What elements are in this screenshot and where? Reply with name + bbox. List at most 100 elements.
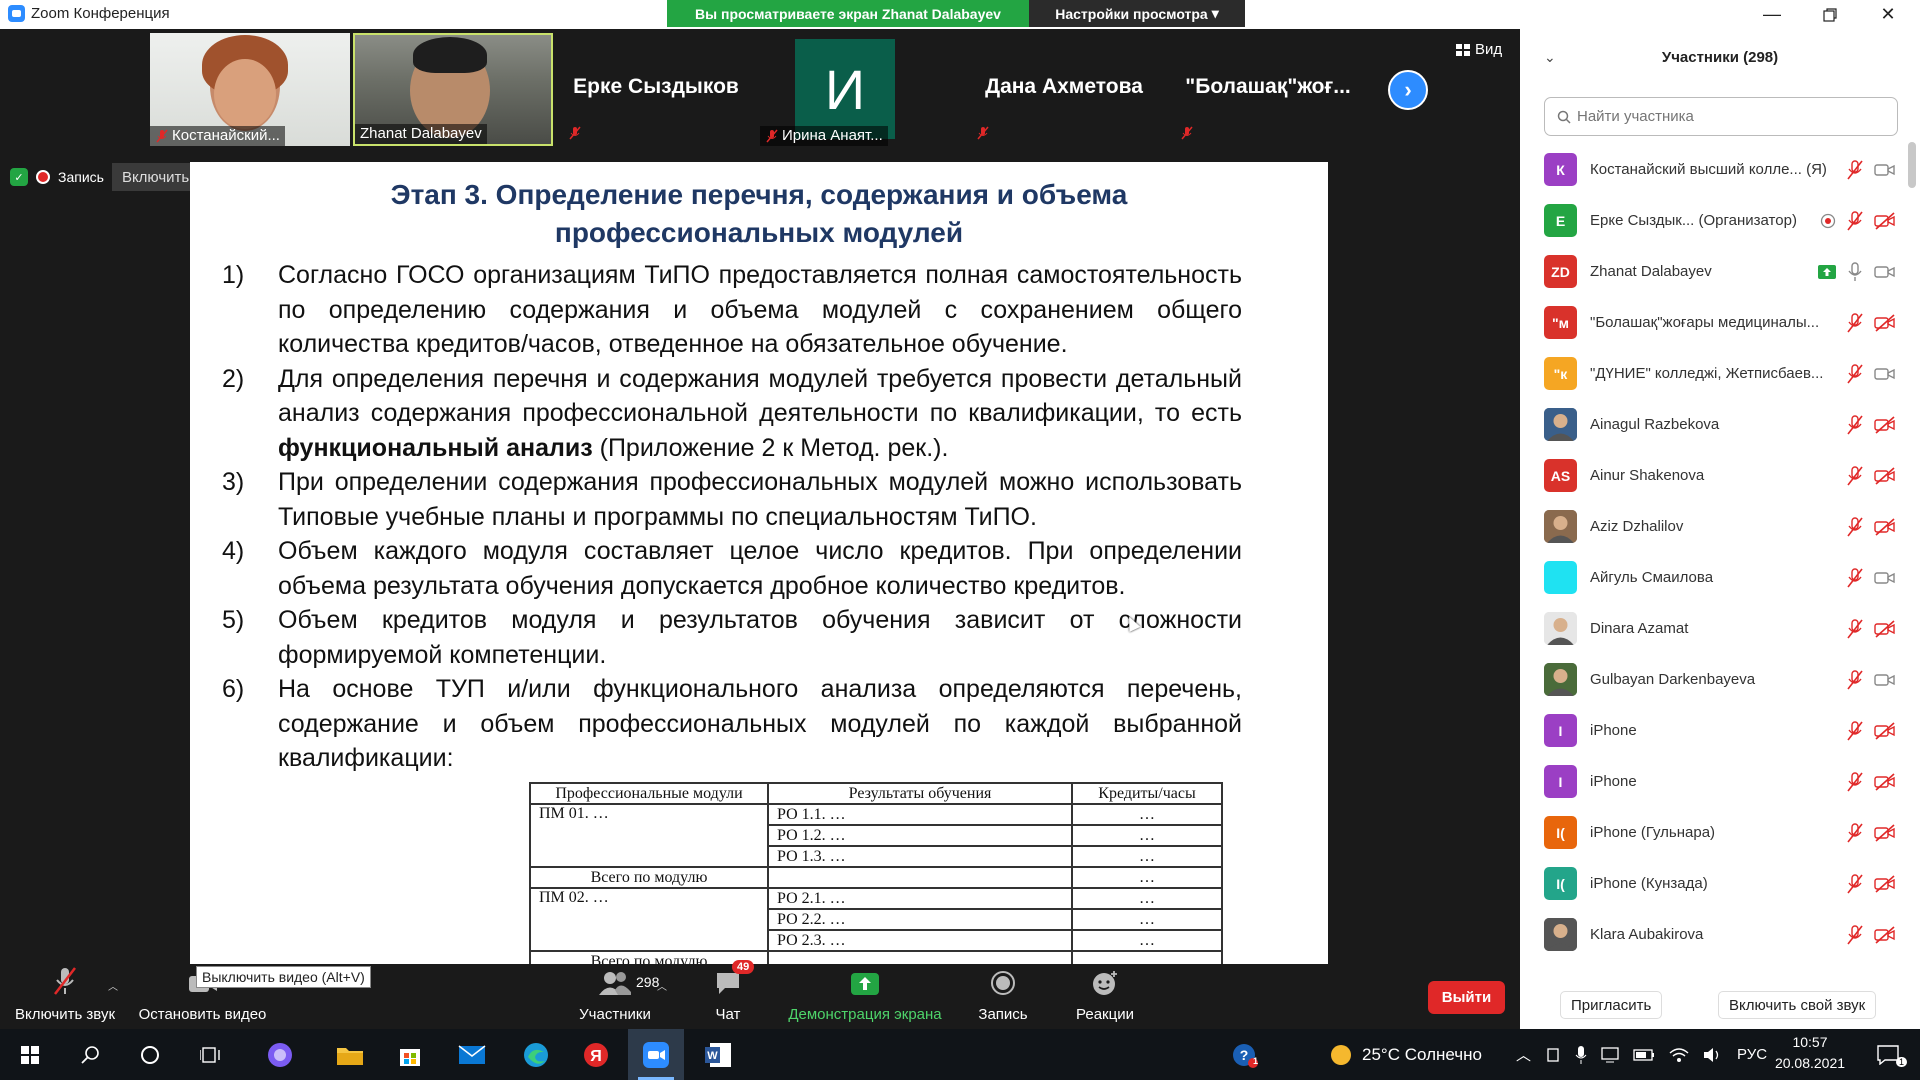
- video-tile[interactable]: И Ирина Анаят...: [760, 33, 960, 146]
- video-tile[interactable]: Дана Ахметова: [964, 33, 1164, 146]
- video-off-icon[interactable]: [1874, 926, 1896, 944]
- chevron-up-icon[interactable]: ︿: [657, 978, 667, 993]
- video-off-icon[interactable]: [1874, 212, 1896, 230]
- video-camera-icon[interactable]: [1874, 162, 1896, 178]
- video-tile-active-speaker[interactable]: Zhanat Dalabayev: [353, 33, 553, 146]
- taskbar-app-explorer[interactable]: [322, 1029, 378, 1080]
- participant-row[interactable]: Gulbayan Darkenbayeva: [1520, 654, 1908, 705]
- muted-mic-icon[interactable]: [1846, 568, 1864, 588]
- participant-row[interactable]: I(iPhone (Гульнара): [1520, 807, 1908, 858]
- taskbar-app-zoom[interactable]: [628, 1029, 684, 1080]
- video-off-icon[interactable]: [1874, 620, 1896, 638]
- search-input[interactable]: [1577, 108, 1877, 125]
- participant-row[interactable]: Aziz Dzhalilov: [1520, 501, 1908, 552]
- video-off-icon[interactable]: [1874, 824, 1896, 842]
- display-icon[interactable]: [1601, 1046, 1619, 1063]
- video-off-icon[interactable]: [1874, 518, 1896, 536]
- muted-mic-icon[interactable]: [1846, 670, 1864, 690]
- video-camera-icon[interactable]: [1874, 672, 1896, 688]
- participant-row[interactable]: К Костанайский высший колле... (Я): [1520, 144, 1908, 195]
- shield-check-icon[interactable]: ✓: [10, 168, 28, 186]
- language-indicator[interactable]: РУС: [1737, 1046, 1767, 1063]
- participant-row[interactable]: ZD Zhanat Dalabayev: [1520, 246, 1908, 297]
- chat-button[interactable]: 49 Чат: [700, 960, 756, 1029]
- chevron-up-icon[interactable]: ︿: [1516, 1044, 1531, 1065]
- close-button[interactable]: ✕: [1859, 0, 1917, 29]
- minimize-button[interactable]: —: [1743, 0, 1801, 29]
- taskbar-app-mail[interactable]: [444, 1029, 500, 1080]
- video-camera-icon[interactable]: [1874, 570, 1896, 586]
- muted-mic-icon[interactable]: [1846, 415, 1864, 435]
- participants-button[interactable]: 298 Участники ︿: [555, 964, 675, 1029]
- battery-icon[interactable]: [1633, 1048, 1655, 1061]
- record-button[interactable]: Запись: [968, 964, 1038, 1029]
- participant-row[interactable]: "м "Болашақ"жоғары медициналы...: [1520, 297, 1908, 348]
- muted-mic-icon[interactable]: [1846, 211, 1864, 231]
- muted-mic-icon[interactable]: [1846, 874, 1864, 894]
- video-off-icon[interactable]: [1874, 875, 1896, 893]
- muted-mic-icon[interactable]: [1846, 619, 1864, 639]
- volume-icon[interactable]: [1703, 1047, 1723, 1063]
- chevron-up-icon[interactable]: ︿: [108, 978, 118, 993]
- muted-mic-icon[interactable]: [1846, 466, 1864, 486]
- muted-mic-icon[interactable]: [1846, 772, 1864, 792]
- taskbar-app-teams[interactable]: [252, 1029, 308, 1080]
- video-tile[interactable]: Ерке Сыздыков: [556, 33, 756, 146]
- participant-row[interactable]: IiPhone: [1520, 705, 1908, 756]
- help-button[interactable]: ? 1: [1217, 1029, 1273, 1080]
- video-off-icon[interactable]: [1874, 314, 1896, 332]
- video-off-icon[interactable]: [1874, 416, 1896, 434]
- weather-widget[interactable]: 25°C Солнечно: [1330, 1029, 1482, 1080]
- search-taskbar-button[interactable]: [62, 1029, 118, 1080]
- participant-row[interactable]: "к "ДҮНИЕ" колледжі, Жетписбаев...: [1520, 348, 1908, 399]
- participant-row[interactable]: IiPhone: [1520, 756, 1908, 807]
- participant-row[interactable]: Klara Aubakirova: [1520, 909, 1908, 960]
- cortana-button[interactable]: [122, 1029, 178, 1080]
- muted-mic-icon[interactable]: [1846, 160, 1864, 180]
- notifications-button[interactable]: 1: [1860, 1029, 1916, 1080]
- participant-row[interactable]: Е Ерке Сыздык... (Организатор): [1520, 195, 1908, 246]
- participant-search[interactable]: [1544, 97, 1898, 136]
- video-off-icon[interactable]: [1874, 773, 1896, 791]
- muted-mic-icon[interactable]: [1846, 721, 1864, 741]
- muted-mic-icon[interactable]: [1846, 313, 1864, 333]
- participant-row[interactable]: Dinara Azamat: [1520, 603, 1908, 654]
- share-screen-button[interactable]: Демонстрация экрана: [780, 964, 950, 1029]
- video-tile[interactable]: Костанайский...: [150, 33, 350, 146]
- taskbar-app-edge[interactable]: [508, 1029, 564, 1080]
- muted-mic-icon[interactable]: [1846, 925, 1864, 945]
- participant-row[interactable]: Ainagul Razbekova: [1520, 399, 1908, 450]
- video-off-icon[interactable]: [1874, 722, 1896, 740]
- next-page-button[interactable]: ›: [1388, 70, 1428, 110]
- invite-button[interactable]: Пригласить: [1560, 991, 1663, 1019]
- mic-icon[interactable]: [1846, 262, 1864, 282]
- maximize-button[interactable]: [1801, 0, 1859, 29]
- video-camera-icon[interactable]: [1874, 264, 1896, 280]
- view-button[interactable]: Вид: [1456, 41, 1502, 58]
- participant-row[interactable]: I(iPhone (Кунзада): [1520, 858, 1908, 909]
- taskbar-app-word[interactable]: W: [690, 1029, 746, 1080]
- muted-mic-icon[interactable]: [1846, 823, 1864, 843]
- muted-mic-icon[interactable]: [1846, 517, 1864, 537]
- video-camera-icon[interactable]: [1874, 366, 1896, 382]
- video-tile[interactable]: "Болашақ"жоғ...: [1168, 33, 1368, 146]
- clock[interactable]: 10:57 20.08.2021: [1770, 1032, 1850, 1074]
- video-off-icon[interactable]: [1874, 467, 1896, 485]
- reactions-button[interactable]: Реакции: [1065, 964, 1145, 1029]
- taskbar-app-yandex[interactable]: Я: [568, 1029, 624, 1080]
- participant-row[interactable]: AS Ainur Shakenova: [1520, 450, 1908, 501]
- microphone-icon[interactable]: [1575, 1045, 1587, 1064]
- muted-mic-icon[interactable]: [1846, 364, 1864, 384]
- unmute-me-button[interactable]: Включить свой звук: [1718, 991, 1877, 1019]
- view-options-menu[interactable]: Настройки просмотра ▾: [1029, 0, 1245, 27]
- usb-icon[interactable]: [1545, 1047, 1561, 1063]
- task-view-button[interactable]: [182, 1029, 238, 1080]
- leave-button[interactable]: Выйти: [1428, 981, 1505, 1014]
- unmute-button[interactable]: Включить звук ︿: [10, 964, 120, 1029]
- participants-header: Участники (298): [1661, 48, 1779, 66]
- participants-scrollbar[interactable]: [1908, 142, 1916, 188]
- taskbar-app-store[interactable]: [382, 1029, 438, 1080]
- participant-row[interactable]: Айгуль Смаилова: [1520, 552, 1908, 603]
- wifi-icon[interactable]: [1669, 1047, 1689, 1063]
- start-button[interactable]: [2, 1029, 58, 1080]
